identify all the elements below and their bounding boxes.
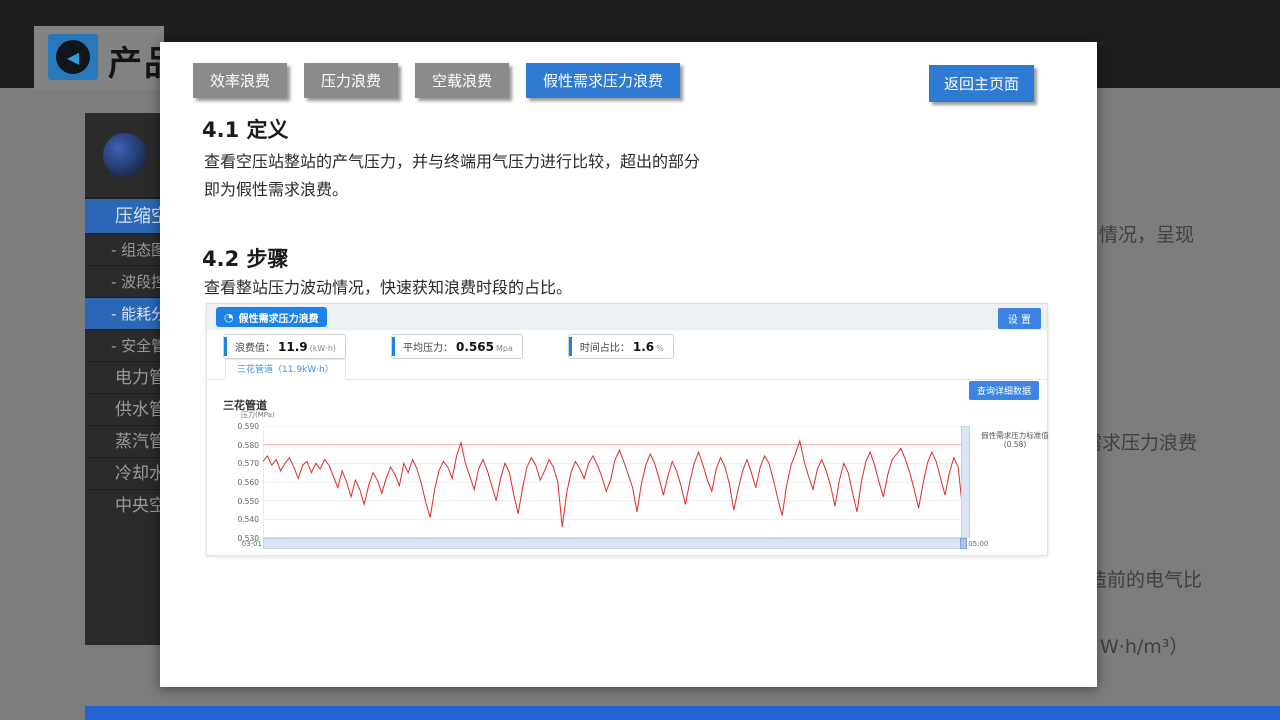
pipe-tab-bar: 三花管道（11.9kW·h） bbox=[207, 359, 1047, 380]
section-body-steps: 查看整站压力波动情况，快速获知浪费时段的占比。 bbox=[204, 274, 709, 302]
content-modal: 效率浪费压力浪费空载浪费假性需求压力浪费 返回主页面 4.1 定义 查看空压站整… bbox=[160, 42, 1097, 687]
y-tick-label: 0.540 bbox=[229, 515, 259, 524]
y-axis-label: 压力(MPa) bbox=[241, 410, 275, 420]
pipe-tab-sanhua[interactable]: 三花管道（11.9kW·h） bbox=[225, 359, 346, 380]
clipped-text-1: 情况，呈现 bbox=[1099, 220, 1194, 247]
query-detail-button[interactable]: 查询详细数据 bbox=[969, 381, 1039, 400]
stat-unit: Mpa bbox=[496, 344, 513, 353]
settings-button[interactable]: 设 置 bbox=[998, 308, 1041, 329]
clipped-text-3: 造前的电气比 bbox=[1088, 565, 1202, 592]
datazoom-slider[interactable] bbox=[263, 538, 967, 549]
stat-time-ratio: 时间占比： 1.6 % bbox=[568, 334, 674, 359]
vertical-zoom-slider[interactable] bbox=[961, 426, 970, 538]
stat-waste-value: 浪费值： 11.9 (kW·h) bbox=[223, 334, 346, 359]
waste-tab[interactable]: 压力浪费 bbox=[304, 63, 398, 98]
back-triangle-icon: ◀ bbox=[56, 40, 90, 74]
app-footer-bar bbox=[85, 706, 1280, 720]
dashboard-screenshot: ◔ 假性需求压力浪费 设 置 浪费值： 11.9 (kW·h) 平均压力： 0.… bbox=[206, 303, 1048, 556]
dashboard-title-text: 假性需求压力浪费 bbox=[239, 310, 319, 325]
stat-label: 平均压力： bbox=[403, 339, 453, 354]
globe-logo-icon bbox=[103, 133, 147, 177]
y-tick-label: 0.590 bbox=[229, 422, 259, 431]
y-tick-label: 0.550 bbox=[229, 497, 259, 506]
return-home-button[interactable]: 返回主页面 bbox=[929, 65, 1034, 102]
reference-line-annotation: 假性需求压力标准值 (0.58) bbox=[973, 431, 1057, 449]
stats-row: 浪费值： 11.9 (kW·h) 平均压力： 0.565 Mpa 时间占比： 1… bbox=[223, 334, 674, 359]
datazoom-handle[interactable] bbox=[960, 538, 967, 549]
stat-label: 浪费值： bbox=[235, 339, 275, 354]
clipped-text-4: W·h/m³） bbox=[1100, 632, 1188, 659]
stat-value: 0.565 bbox=[456, 340, 494, 354]
slide-logo-badge: ◀ bbox=[48, 34, 98, 80]
waste-tab-row: 效率浪费压力浪费空载浪费假性需求压力浪费 bbox=[193, 63, 680, 98]
clipped-text-2: 需求压力浪费 bbox=[1083, 428, 1197, 455]
stat-unit: % bbox=[656, 344, 664, 353]
y-tick-label: 0.570 bbox=[229, 459, 259, 468]
dashboard-header-bar bbox=[207, 304, 1047, 330]
waste-tab[interactable]: 假性需求压力浪费 bbox=[526, 63, 680, 98]
section-heading-definition: 4.1 定义 bbox=[202, 114, 289, 144]
y-tick-label: 0.580 bbox=[229, 441, 259, 450]
slide-canvas: ◀ 产品 匠 压缩空气管理- 组态图- 波段控制- 能耗分析- 安全管理电力管理… bbox=[0, 0, 1280, 720]
gauge-icon: ◔ bbox=[224, 311, 234, 324]
dashboard-title-badge: ◔ 假性需求压力浪费 bbox=[216, 307, 327, 327]
section-heading-steps: 4.2 步骤 bbox=[202, 243, 289, 273]
stat-label: 时间占比： bbox=[580, 339, 630, 354]
stat-avg-pressure: 平均压力： 0.565 Mpa bbox=[391, 334, 523, 359]
stat-value: 1.6 bbox=[633, 340, 654, 354]
section-body-definition: 查看空压站整站的产气压力，并与终端用气压力进行比较，超出的部分即为假性需求浪费。 bbox=[204, 148, 709, 204]
y-tick-label: 0.560 bbox=[229, 478, 259, 487]
reference-label: 假性需求压力标准值 bbox=[973, 431, 1057, 440]
waste-tab[interactable]: 效率浪费 bbox=[193, 63, 287, 98]
waste-tab[interactable]: 空载浪费 bbox=[415, 63, 509, 98]
chart-plot-area bbox=[263, 426, 967, 538]
reference-value: (0.58) bbox=[973, 440, 1057, 449]
stat-value: 11.9 bbox=[278, 340, 308, 354]
stat-unit: (kW·h) bbox=[310, 344, 336, 353]
pressure-line-chart bbox=[263, 426, 967, 538]
